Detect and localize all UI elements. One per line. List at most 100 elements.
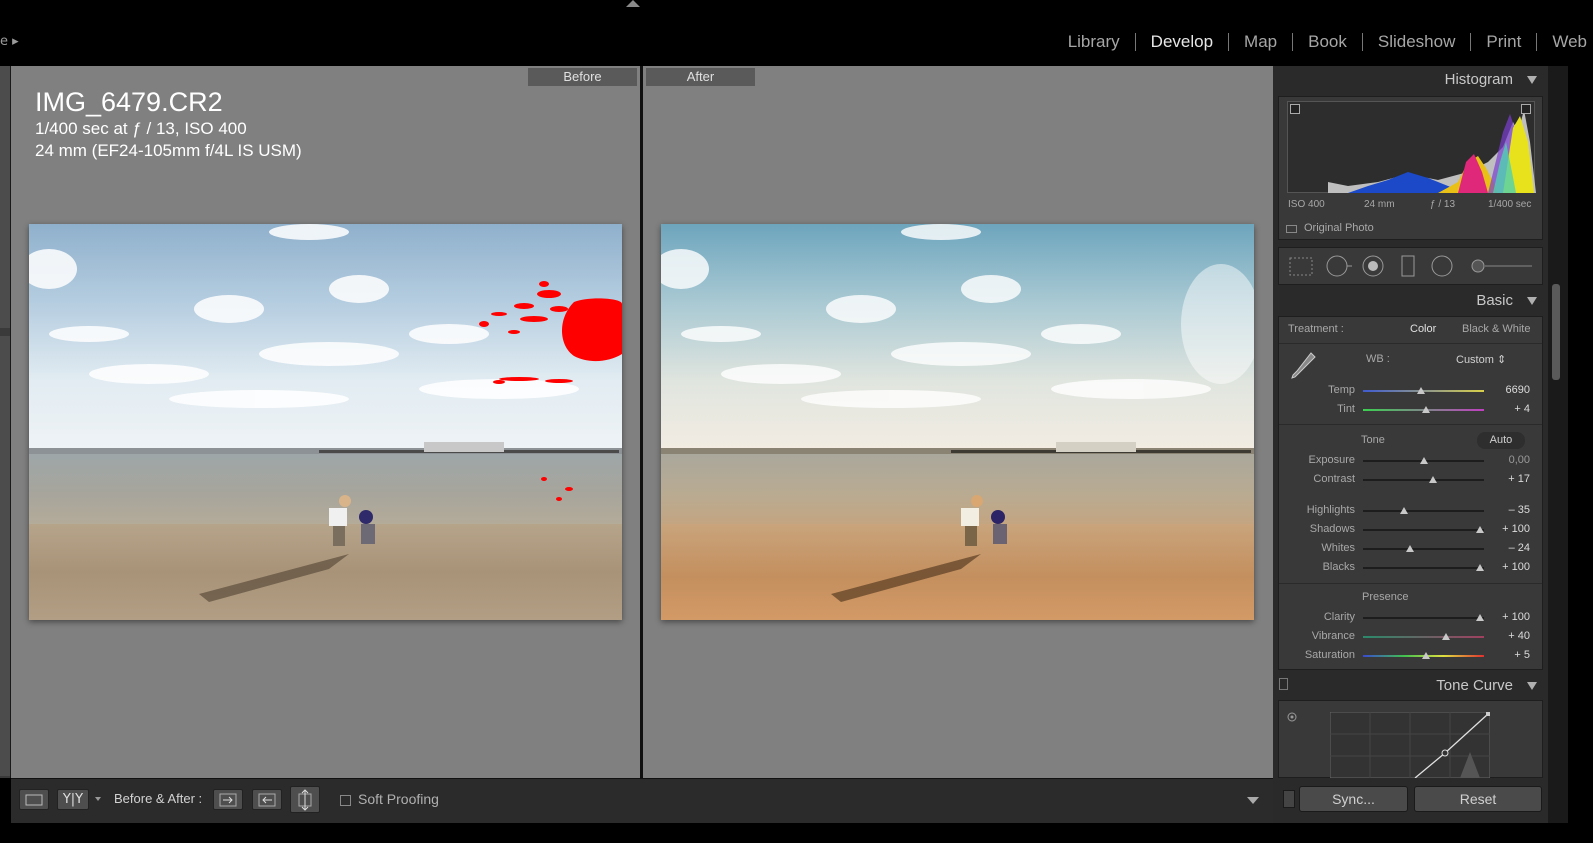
before-after-divider bbox=[640, 66, 643, 778]
filename: IMG_6479.CR2 bbox=[35, 87, 223, 117]
auto-sync-toggle[interactable] bbox=[1283, 790, 1295, 808]
shadows-value[interactable]: + 100 bbox=[1494, 523, 1530, 535]
highlight-clipping-toggle[interactable] bbox=[1521, 104, 1531, 114]
sync-button[interactable]: Sync... bbox=[1299, 786, 1408, 812]
collapse-basic-icon[interactable] bbox=[1527, 297, 1537, 305]
histogram-header[interactable]: Histogram bbox=[1278, 66, 1543, 94]
contrast-slider[interactable] bbox=[1363, 479, 1484, 481]
swap-before-after-button[interactable] bbox=[290, 786, 320, 813]
wb-label: WB : bbox=[1366, 353, 1390, 365]
graduated-filter-icon bbox=[1401, 255, 1415, 277]
shadows-slider[interactable] bbox=[1363, 529, 1484, 531]
exposure-info: 1/400 sec at ƒ / 13, ISO 400 bbox=[35, 119, 247, 138]
toolbar-content-dropdown-icon[interactable] bbox=[1247, 797, 1259, 804]
saturation-value[interactable]: + 5 bbox=[1494, 649, 1530, 661]
clarity-slider-label: Clarity bbox=[1323, 611, 1355, 623]
contrast-slider-thumb[interactable] bbox=[1429, 476, 1437, 483]
exposure-slider-thumb[interactable] bbox=[1420, 457, 1428, 464]
saturation-slider-label: Saturation bbox=[1304, 649, 1355, 661]
module-web[interactable]: Web bbox=[1537, 32, 1593, 52]
collapse-tone-curve-icon[interactable] bbox=[1527, 682, 1537, 690]
scrollbar-thumb[interactable] bbox=[1552, 284, 1560, 380]
blacks-slider[interactable] bbox=[1363, 567, 1484, 569]
auto-tone-button[interactable]: Auto bbox=[1477, 432, 1525, 449]
crop-tool-icon bbox=[1289, 257, 1313, 276]
treatment-color-option[interactable]: Color bbox=[1410, 323, 1436, 335]
shadow-clipping-toggle[interactable] bbox=[1290, 104, 1300, 114]
copy-after-to-before-button[interactable] bbox=[252, 789, 282, 810]
vibrance-value[interactable]: + 40 bbox=[1494, 630, 1530, 642]
presence-label: Presence bbox=[1362, 591, 1409, 603]
saturation-slider-thumb[interactable] bbox=[1422, 652, 1430, 659]
original-photo-checkbox[interactable] bbox=[1286, 225, 1297, 233]
temp-value[interactable]: 6690 bbox=[1494, 384, 1530, 396]
targeted-adjustment-icon[interactable] bbox=[1286, 711, 1298, 723]
clarity-slider-thumb[interactable] bbox=[1476, 614, 1484, 621]
tool-strip-icons bbox=[1289, 255, 1532, 277]
tint-slider-thumb[interactable] bbox=[1422, 406, 1430, 413]
adjustment-brush-icon bbox=[1471, 259, 1532, 273]
histogram-aperture: ƒ / 13 bbox=[1430, 199, 1456, 210]
blacks-slider-thumb[interactable] bbox=[1476, 564, 1484, 571]
whites-slider-label: Whites bbox=[1321, 542, 1355, 554]
module-develop[interactable]: Develop bbox=[1136, 32, 1228, 52]
left-panel-collapsed[interactable] bbox=[0, 66, 11, 778]
tone-label: Tone bbox=[1361, 434, 1385, 446]
clarity-slider[interactable] bbox=[1363, 617, 1484, 619]
collapse-top-panel-icon[interactable] bbox=[626, 0, 640, 7]
module-book[interactable]: Book bbox=[1293, 32, 1362, 52]
clarity-value[interactable]: + 100 bbox=[1494, 611, 1530, 623]
after-children bbox=[831, 495, 1007, 602]
blacks-value[interactable]: + 100 bbox=[1494, 561, 1530, 573]
basic-header[interactable]: Basic bbox=[1278, 287, 1543, 315]
contrast-value[interactable]: + 17 bbox=[1494, 473, 1530, 485]
module-slideshow[interactable]: Slideshow bbox=[1363, 32, 1471, 52]
vibrance-slider-thumb[interactable] bbox=[1442, 633, 1450, 640]
collapse-histogram-icon[interactable] bbox=[1527, 76, 1537, 84]
after-label: After bbox=[646, 68, 755, 86]
module-bar: e ▸ Library Develop Map Book Slideshow P… bbox=[0, 0, 1593, 66]
whites-value[interactable]: – 24 bbox=[1494, 542, 1530, 554]
arrow-right-icon bbox=[219, 793, 237, 807]
spot-removal-icon bbox=[1326, 255, 1352, 277]
loupe-view-button[interactable] bbox=[19, 789, 49, 810]
basic-title: Basic bbox=[1476, 292, 1513, 309]
swap-icon bbox=[298, 789, 312, 811]
temp-slider-label: Temp bbox=[1328, 384, 1355, 396]
loupe-view-icon bbox=[25, 794, 43, 806]
reset-button[interactable]: Reset bbox=[1414, 786, 1542, 812]
exposure-slider-label: Exposure bbox=[1308, 454, 1355, 466]
original-photo-label: Original Photo bbox=[1304, 222, 1374, 234]
vibrance-slider[interactable] bbox=[1363, 636, 1484, 638]
highlights-value[interactable]: – 35 bbox=[1494, 504, 1530, 516]
temp-slider-thumb[interactable] bbox=[1417, 387, 1425, 394]
exposure-value[interactable]: 0,00 bbox=[1494, 454, 1530, 466]
copy-before-to-after-button[interactable] bbox=[213, 789, 243, 810]
treatment-label: Treatment : bbox=[1288, 323, 1344, 335]
module-print[interactable]: Print bbox=[1471, 32, 1536, 52]
soft-proofing-label: Soft Proofing bbox=[358, 791, 439, 807]
tone-curve-header[interactable]: Tone Curve bbox=[1278, 672, 1543, 700]
view-mode-dropdown-icon[interactable] bbox=[95, 797, 101, 801]
histogram-focal: 24 mm bbox=[1364, 199, 1395, 210]
shadows-slider-thumb[interactable] bbox=[1476, 526, 1484, 533]
histogram-chart[interactable] bbox=[1287, 101, 1536, 193]
before-photo[interactable] bbox=[29, 224, 622, 620]
treatment-bw-option[interactable]: Black & White bbox=[1462, 323, 1530, 335]
whites-slider[interactable] bbox=[1363, 548, 1484, 550]
module-map[interactable]: Map bbox=[1229, 32, 1292, 52]
before-after-view-button[interactable]: Y|Y bbox=[57, 789, 89, 810]
wb-dropdown[interactable]: Custom ⇕ bbox=[1456, 353, 1506, 366]
whites-slider-thumb[interactable] bbox=[1406, 545, 1414, 552]
radial-filter-icon bbox=[1431, 255, 1453, 277]
module-library[interactable]: Library bbox=[1053, 32, 1135, 52]
highlights-slider-thumb[interactable] bbox=[1400, 507, 1408, 514]
wb-eyedropper-icon[interactable] bbox=[1289, 349, 1319, 381]
tone-curve-title: Tone Curve bbox=[1436, 677, 1513, 694]
highlights-slider[interactable] bbox=[1363, 510, 1484, 512]
tint-value[interactable]: + 4 bbox=[1494, 403, 1530, 415]
after-photo[interactable] bbox=[661, 224, 1254, 620]
soft-proofing-checkbox[interactable] bbox=[340, 795, 351, 806]
right-panel-scrollbar[interactable] bbox=[1548, 66, 1568, 823]
tone-curve-graph[interactable] bbox=[1330, 712, 1490, 778]
